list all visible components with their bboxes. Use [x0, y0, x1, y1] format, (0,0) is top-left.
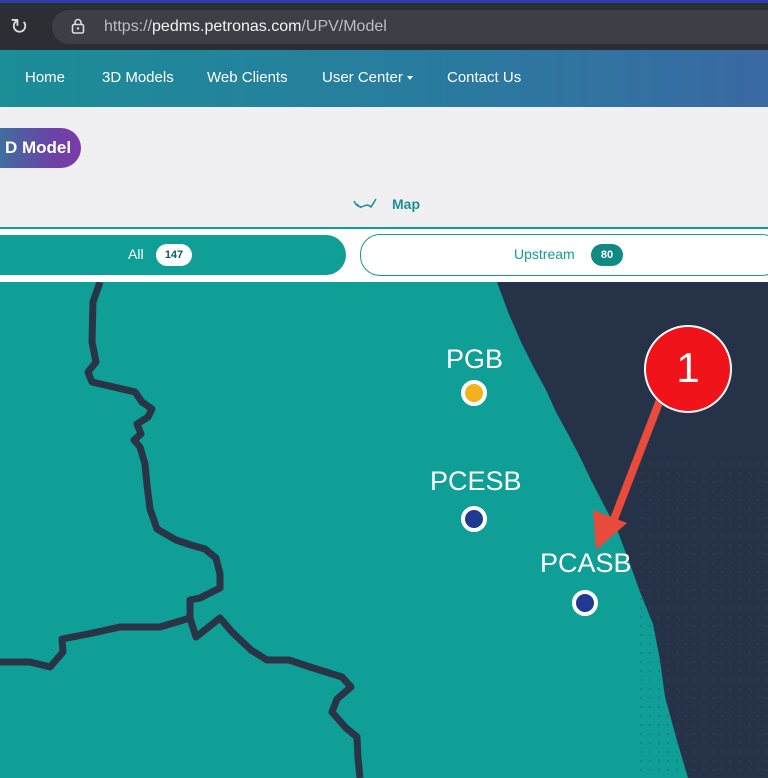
annotation-callout: 1: [644, 325, 732, 413]
